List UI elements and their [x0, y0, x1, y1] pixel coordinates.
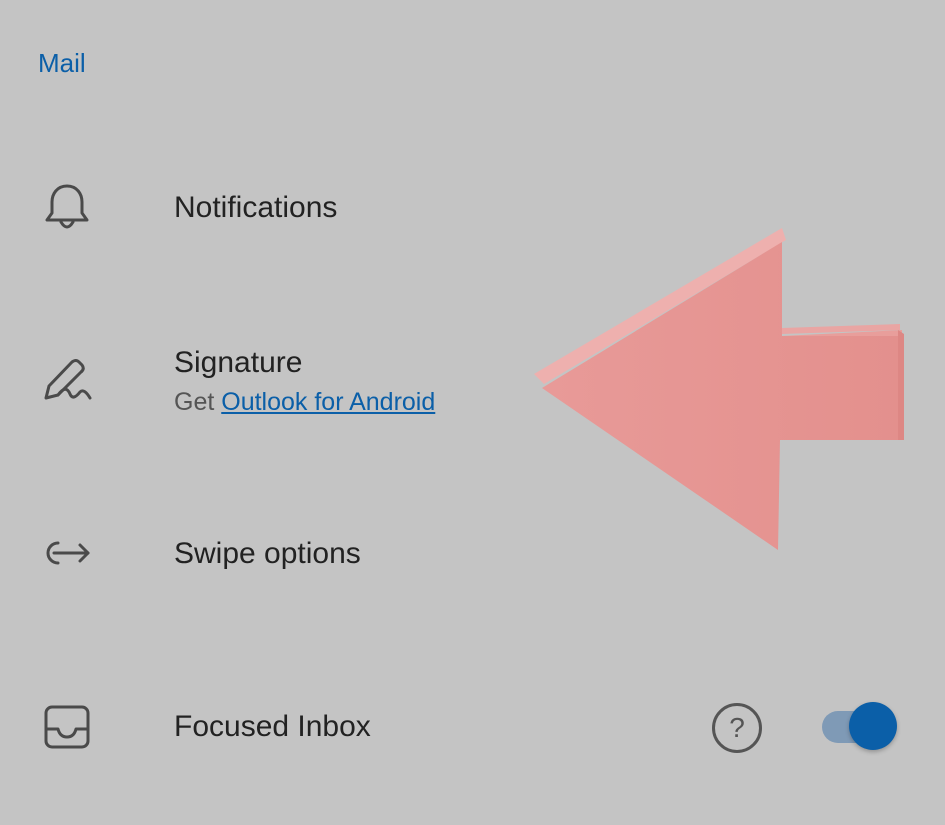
- signature-subtitle-prefix: Get: [174, 388, 215, 416]
- help-icon[interactable]: ?: [712, 703, 762, 753]
- focused-inbox-toggle[interactable]: [820, 702, 900, 752]
- notifications-label: Notifications: [174, 191, 338, 224]
- bell-icon: [40, 180, 94, 234]
- toggle-thumb: [849, 702, 897, 750]
- settings-item-focused-inbox: Focused Inbox: [0, 699, 945, 759]
- signature-label: Signature: [174, 346, 303, 379]
- swipe-arrow-icon: [40, 526, 94, 580]
- signature-subtitle: Get Outlook for Android: [174, 388, 435, 417]
- section-title-mail: Mail: [38, 48, 86, 78]
- signature-pen-icon: [40, 354, 94, 408]
- swipe-options-label: Swipe options: [174, 537, 361, 570]
- settings-item-swipe-options[interactable]: Swipe options: [0, 526, 945, 586]
- focused-inbox-label: Focused Inbox: [174, 710, 371, 743]
- outlook-for-android-link[interactable]: Outlook for Android: [221, 388, 435, 416]
- settings-item-signature[interactable]: Signature Get Outlook for Android: [0, 344, 945, 424]
- settings-item-notifications[interactable]: Notifications: [0, 180, 945, 240]
- inbox-tray-icon: [40, 699, 94, 753]
